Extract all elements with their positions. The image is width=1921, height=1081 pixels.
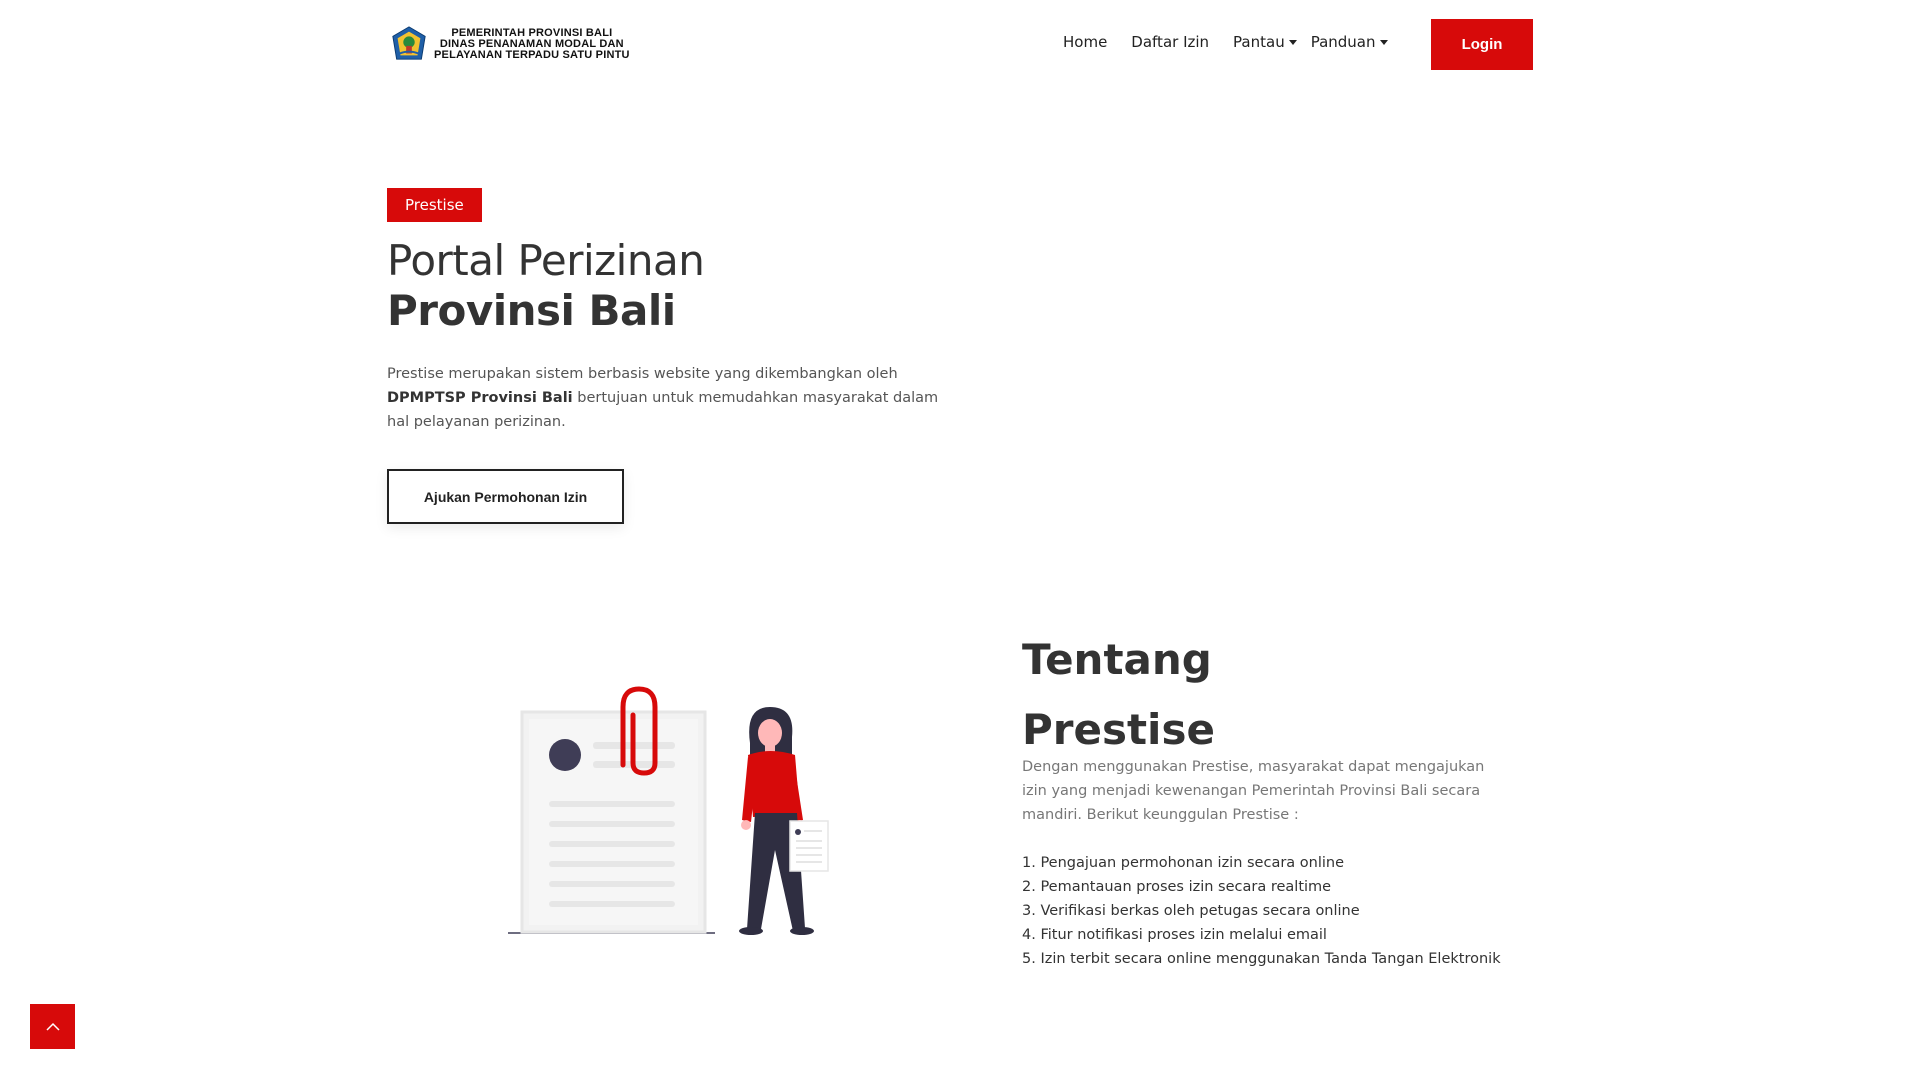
hero-desc-part-1: Prestise merupakan sistem berbasis websi…	[387, 366, 898, 382]
caret-down-icon	[1288, 39, 1297, 45]
logo-line-3: PELAYANAN TERPADU SATU PINTU	[434, 48, 630, 61]
nav-daftar-izin[interactable]: Daftar Izin	[1131, 33, 1209, 51]
nav-pantau-label: Pantau	[1233, 33, 1285, 51]
feature-item: 5. Izin terbit secara online menggunakan…	[1022, 951, 1501, 967]
nav-panduan-label: Panduan	[1310, 33, 1376, 51]
document-woman-illustration	[508, 686, 829, 935]
feature-item: 2. Pemantauan proses izin secara realtim…	[1022, 879, 1332, 895]
feature-list: 1. Pengajuan permohonan izin secara onli…	[1022, 851, 1501, 971]
hero-badge: Prestise	[387, 188, 482, 222]
login-button[interactable]: Login	[1431, 19, 1533, 70]
hero-title-line-2: Provinsi Bali	[387, 286, 676, 335]
site-logo[interactable]: PEMERINTAH PROVINSI BALI DINAS PENANAMAN…	[390, 25, 630, 63]
apply-permit-button[interactable]: Ajukan Permohonan Izin	[387, 469, 624, 524]
hero-description: Prestise merupakan sistem berbasis websi…	[387, 362, 957, 434]
logo-line-1: PEMERINTAH PROVINSI BALI	[451, 26, 613, 39]
back-to-top-button[interactable]	[30, 1004, 75, 1049]
about-title-line-1: Tentang	[1022, 635, 1212, 684]
nav-home[interactable]: Home	[1063, 33, 1107, 51]
hero-title-line-1: Portal Perizinan	[387, 236, 705, 285]
nav-panduan-dropdown[interactable]: Panduan	[1311, 33, 1388, 51]
main-nav: Home Daftar Izin Pantau Panduan	[1063, 33, 1402, 51]
about-description: Dengan menggunakan Prestise, masyarakat …	[1022, 759, 1485, 823]
nav-pantau-dropdown[interactable]: Pantau	[1233, 33, 1297, 51]
site-header: PEMERINTAH PROVINSI BALI DINAS PENANAMAN…	[0, 0, 1921, 88]
bali-province-emblem-icon	[392, 26, 426, 60]
feature-item: 4. Fitur notifikasi proses izin melalui …	[1022, 927, 1327, 943]
feature-item: 1. Pengajuan permohonan izin secara onli…	[1022, 855, 1345, 871]
hero-desc-bold: DPMPTSP Provinsi Bali	[387, 390, 573, 406]
logo-line-2: DINAS PENANAMAN MODAL DAN	[439, 37, 624, 50]
chevron-up-icon	[45, 1022, 60, 1031]
feature-item: 3. Verifikasi berkas oleh petugas secara…	[1022, 903, 1360, 919]
logo-text: PEMERINTAH PROVINSI BALI DINAS PENANAMAN…	[434, 26, 630, 61]
caret-down-icon	[1379, 39, 1388, 45]
about-title: Tentang Prestise	[1022, 625, 1215, 765]
